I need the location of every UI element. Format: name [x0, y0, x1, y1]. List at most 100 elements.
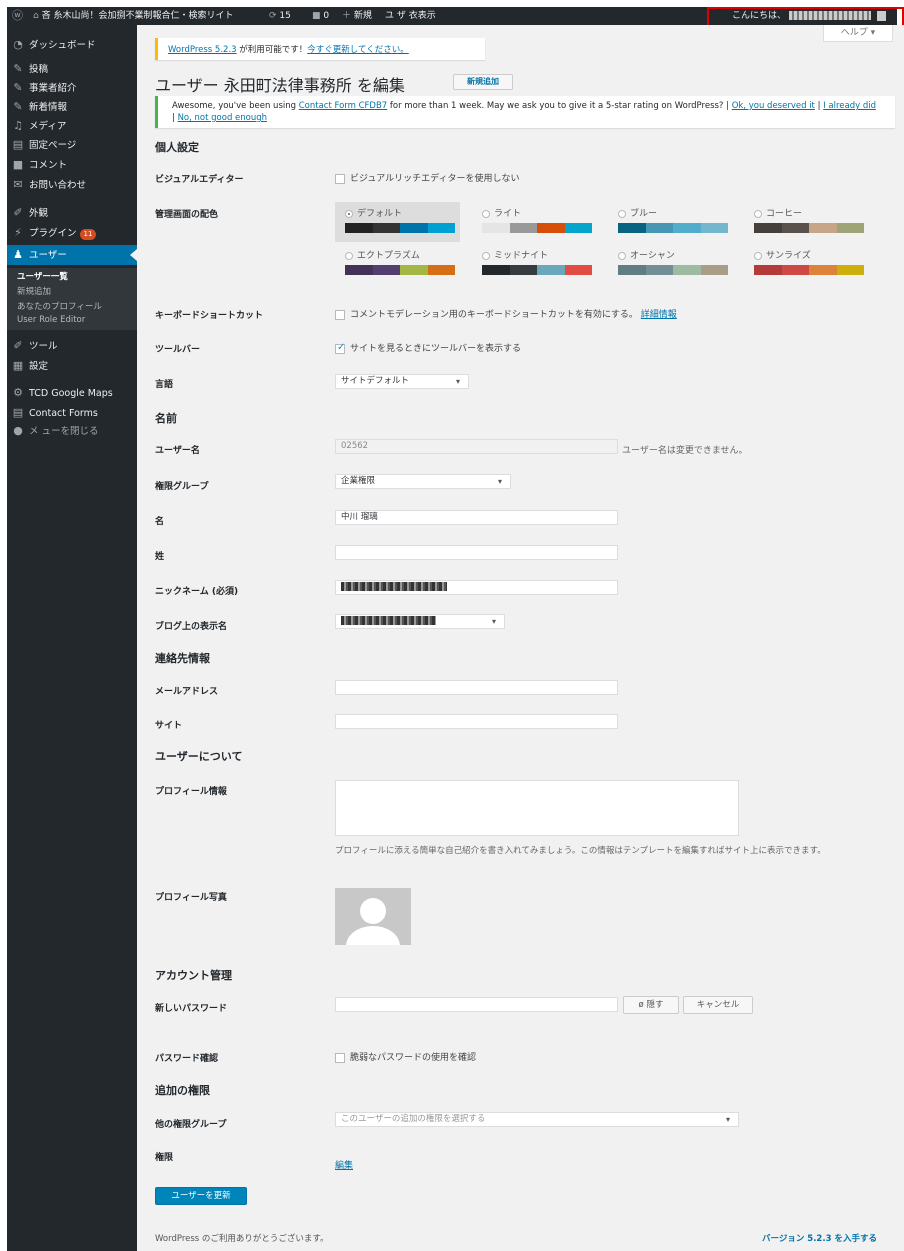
section-personal-options: 個人設定	[155, 141, 199, 154]
sidebar-item-news[interactable]: ✎ 新着情報	[7, 97, 137, 117]
color-scheme-label: ミッドナイト	[482, 248, 587, 261]
site-name-link[interactable]: ⌂ 吝 糸木山尚！会加捌不業制報合仁・検索リイト	[33, 7, 233, 25]
keyboard-shortcuts-checkbox-row[interactable]: コメントモデレーション用のキーボードショートカットを有効にする。 詳細情報	[335, 307, 677, 320]
color-scheme-label: オーシャン	[618, 248, 723, 261]
sidebar-item-contact[interactable]: ✉ お問い合わせ	[7, 175, 137, 195]
language-select[interactable]: サイトデフォルト	[335, 374, 469, 389]
confirm-password-label: パスワード確認	[155, 1054, 219, 1064]
first-name-input[interactable]: 中川 瑠璃	[335, 510, 618, 525]
sidebar-item-settings[interactable]: ▦ 設定	[7, 356, 137, 376]
color-scheme-option[interactable]: ミッドナイト	[472, 244, 597, 284]
submenu-users-list[interactable]: ユーザー一覧	[17, 270, 68, 282]
footer-version-link[interactable]: バージョン 5.2.3 を入手する	[762, 1232, 877, 1244]
color-scheme-radio[interactable]	[754, 251, 762, 260]
visual-editor-checkbox-row[interactable]: ビジュアルリッチエディターを使用しない	[335, 171, 519, 184]
updates-link[interactable]: ⟳ 15	[269, 7, 291, 25]
color-scheme-option[interactable]: オーシャン	[608, 244, 733, 284]
cancel-password-button[interactable]: キャンセル	[683, 996, 753, 1014]
color-scheme-option[interactable]: コーヒー	[744, 202, 869, 242]
color-scheme-option[interactable]: エクトプラズム	[335, 244, 460, 284]
ok-deserved-link[interactable]: Ok, you deserved it	[732, 101, 815, 111]
comments-link[interactable]: ■ 0	[312, 7, 329, 25]
sidebar-label: ダッシュボード	[29, 40, 96, 51]
update-user-button[interactable]: ユーザーを更新	[155, 1187, 247, 1205]
color-swatch	[645, 223, 673, 233]
sidebar-label: メ ューを閉じる	[29, 426, 99, 437]
section-account-management: アカウント管理	[155, 969, 232, 982]
language-label: 言語	[155, 380, 174, 390]
color-scheme-radio[interactable]	[482, 209, 490, 218]
other-roles-select[interactable]: このユーザーの追加の権限を選択する	[335, 1112, 739, 1127]
color-scheme-radio[interactable]	[482, 251, 490, 260]
color-scheme-radio[interactable]	[618, 209, 626, 218]
color-swatch	[372, 223, 400, 233]
new-label: 新規	[353, 11, 372, 21]
hide-password-button[interactable]: ø 隠す	[623, 996, 679, 1014]
sidebar-item-businesses[interactable]: ✎ 事業者紹介	[7, 78, 137, 98]
sidebar-item-tcd-maps[interactable]: ⚙ TCD Google Maps	[7, 383, 137, 403]
new-password-label: 新しいパスワード	[155, 1004, 228, 1014]
sidebar-collapse-menu[interactable]: ● メ ューを閉じる	[7, 421, 137, 441]
color-scheme-option[interactable]: ブルー	[608, 202, 733, 242]
submenu-your-profile[interactable]: あなたのプロフィール	[17, 300, 102, 312]
color-scheme-radio[interactable]	[618, 251, 626, 260]
username-value: 02562	[341, 441, 369, 451]
sidebar-item-media[interactable]: ♫ メディア	[7, 116, 137, 136]
sidebar-item-plugins[interactable]: ⚡ プラグイン 11	[7, 223, 137, 243]
keyboard-shortcuts-checkbox[interactable]	[335, 309, 345, 320]
color-scheme-option[interactable]: ライト	[472, 202, 597, 242]
cfdb7-link[interactable]: Contact Form CFDB7	[299, 101, 388, 111]
wordpress-version-link[interactable]: WordPress 5.2.3	[168, 45, 237, 55]
toolbar-checkbox[interactable]	[335, 342, 345, 354]
capabilities-edit-link[interactable]: 編集	[335, 1158, 353, 1171]
section-contact-info: 連絡先情報	[155, 652, 210, 665]
user-view-link[interactable]: ユ ザ 衣表示	[385, 7, 436, 25]
color-scheme-radio[interactable]	[345, 209, 353, 218]
last-name-input[interactable]	[335, 545, 618, 560]
site-name-text: 吝 糸木山尚！会加捌不業制報合仁・検索リイト	[41, 11, 234, 21]
already-did-link[interactable]: I already did	[823, 101, 876, 111]
submenu-add-new[interactable]: 新規追加	[17, 285, 51, 297]
wordpress-logo-icon[interactable]: ⓦ	[12, 7, 23, 25]
color-scheme-radio[interactable]	[754, 209, 762, 218]
help-tab-button[interactable]: ヘルプ ▾	[823, 25, 893, 42]
not-good-link[interactable]: No, not good enough	[178, 113, 267, 123]
submenu-user-role-editor[interactable]: User Role Editor	[17, 315, 85, 325]
visual-editor-checkbox[interactable]	[335, 173, 345, 184]
bio-textarea[interactable]	[335, 780, 739, 836]
notice-text: for more than 1 week. May we ask you to …	[387, 101, 732, 111]
color-scheme-radio[interactable]	[345, 251, 353, 260]
sidebar-item-comments[interactable]: ■ コメント	[7, 155, 137, 175]
update-now-link[interactable]: 今すぐ更新してください。	[307, 45, 409, 55]
new-password-input[interactable]	[335, 997, 618, 1012]
display-name-select[interactable]	[335, 614, 505, 629]
keyboard-shortcuts-option-text: コメントモデレーション用のキーボードショートカットを有効にする。	[350, 310, 638, 320]
color-swatch	[618, 265, 646, 275]
page-icon: ▤	[12, 138, 24, 151]
weak-password-checkbox-row[interactable]: 脆弱なパスワードの使用を確認	[335, 1050, 476, 1063]
email-input[interactable]	[335, 680, 618, 695]
color-swatch	[345, 265, 373, 275]
color-scheme-label: ブルー	[618, 206, 723, 219]
section-about-user: ユーザーについて	[155, 750, 243, 763]
toolbar-checkbox-row[interactable]: サイトを見るときにツールバーを表示する	[335, 341, 521, 354]
add-new-user-button[interactable]: 新規追加	[453, 74, 513, 90]
gear-icon: ⚙	[13, 386, 23, 399]
sidebar-item-dashboard[interactable]: ◔ ダッシュボード	[7, 35, 137, 55]
nickname-input[interactable]	[335, 580, 618, 595]
color-scheme-swatches	[618, 223, 728, 233]
new-content-link[interactable]: ＋ 新規	[342, 7, 372, 25]
sidebar-item-tools[interactable]: ✐ ツール	[7, 336, 137, 356]
sidebar-item-contact-forms[interactable]: ▤ Contact Forms	[7, 403, 137, 423]
sidebar-item-appearance[interactable]: ✐ 外観	[7, 203, 137, 223]
toolbar-option-text: サイトを見るときにツールバーを表示する	[350, 344, 522, 354]
website-input[interactable]	[335, 714, 618, 729]
role-select[interactable]: 企業権限	[335, 474, 511, 489]
weak-password-checkbox[interactable]	[335, 1052, 345, 1063]
color-scheme-option[interactable]: デフォルト	[335, 202, 460, 242]
keyboard-more-info-link[interactable]: 詳細情報	[641, 310, 677, 320]
sidebar-item-users[interactable]: ♟ ユーザー	[7, 245, 137, 265]
color-scheme-option[interactable]: サンライズ	[744, 244, 869, 284]
sidebar-item-posts[interactable]: ✎ 投稿	[7, 59, 137, 79]
sidebar-item-pages[interactable]: ▤ 固定ページ	[7, 135, 137, 155]
